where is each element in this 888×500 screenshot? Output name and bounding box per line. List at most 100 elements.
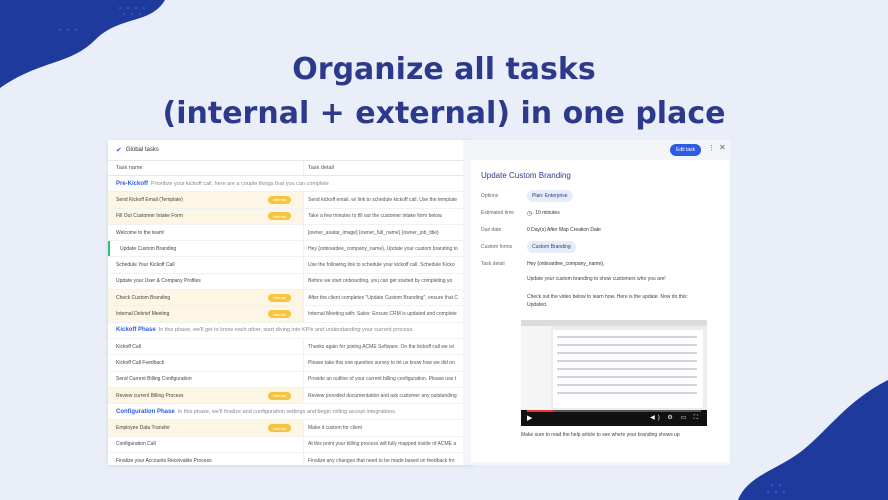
phase-header[interactable]: Configuration Phase In this phase, we'll … <box>108 404 473 421</box>
task-name: Configuration Call <box>116 441 156 448</box>
due-date-row: Due date 0 Day(s) After Map Creation Dat… <box>481 224 719 236</box>
task-name-cell: Fill Out Customer Intake Form Internal <box>108 208 304 224</box>
headline-line-1: Organize all tasks <box>292 52 596 87</box>
table-header: Task name Task detail <box>108 160 473 176</box>
table-row[interactable]: Review current Billing Process Internal Re… <box>108 387 473 405</box>
video-time: 0:18 <box>525 403 532 407</box>
task-detail-cell: Thanks again for joining ACME Software. … <box>308 343 454 350</box>
video-settings-icon[interactable]: ◀) ⚙ ▭ ⛶ <box>650 414 701 422</box>
column-task-detail[interactable]: Task detail <box>304 161 473 175</box>
task-name-cell: Configuration Call <box>108 436 304 453</box>
task-detail-cell: Take a few minutes to fill out the custo… <box>308 213 443 220</box>
task-detail-cell: Before we start onboarding, you can get … <box>308 278 453 285</box>
table-row[interactable]: Update Custom Branding Hey {onboardee_com… <box>108 241 473 258</box>
detail-footer-text: Make sure to read the help article to se… <box>521 432 680 438</box>
table-row[interactable]: Schedule Your Kickoff Call Use the follow… <box>108 257 473 274</box>
task-detail-cell: After the client completes "Update Custo… <box>308 294 459 301</box>
phase-header[interactable]: Kickoff Phase In this phase, we'll get to… <box>108 323 473 339</box>
table-row[interactable]: Finalize your Accounts Receivable Proces… <box>108 453 473 465</box>
detail-toolbar: Edit task ⋮ ✕ <box>463 140 730 160</box>
task-name-cell: Review current Billing Process Internal <box>108 387 304 404</box>
phase-name: Configuration Phase <box>116 408 175 415</box>
internal-badge: Internal <box>267 212 291 221</box>
task-detail-line-2: Update your custom branding to show cust… <box>527 276 666 282</box>
task-name: Send Kickoff Email (Template) <box>116 196 183 203</box>
table-row[interactable]: Update your User & Company Profiles Befor… <box>108 273 473 291</box>
custom-forms-chip[interactable]: Custom Branding <box>527 241 576 253</box>
phase-description: In this phase, we'll finalize and config… <box>177 408 397 415</box>
table-row[interactable]: Check Custom Branding Internal After the c… <box>108 290 473 307</box>
headline-line-2: (internal + external) in one place <box>162 96 726 131</box>
video-progress-fill <box>527 410 554 412</box>
table-row[interactable]: Kickoff Call Thanks again for joining ACM… <box>108 338 473 356</box>
play-icon[interactable]: ▶ <box>527 414 532 422</box>
video-progress-bar[interactable] <box>527 410 701 412</box>
task-name: Update Custom Branding <box>120 245 177 252</box>
task-detail-cell: Provide an outline of your current billi… <box>308 376 457 383</box>
close-icon[interactable]: ✕ <box>719 143 726 152</box>
task-name-cell: Send Current Billing Configuration <box>108 371 304 387</box>
phase-description: In this phase, we'll get to know each ot… <box>158 327 414 334</box>
task-name: Send Current Billing Configuration <box>116 376 192 383</box>
internal-badge: Internal <box>267 310 291 319</box>
edit-task-button[interactable]: Edit task <box>670 144 702 156</box>
phase-name: Pre-Kickoff <box>116 180 149 187</box>
table-row[interactable]: Kickoff Call Feedback Please take this on… <box>108 355 473 372</box>
task-name: Kickoff Call Feedback <box>116 359 165 366</box>
task-detail-line-4: Updated. <box>527 302 548 308</box>
internal-badge: Internal <box>267 391 291 400</box>
global-tasks-panel: ✔ Global tasks Task name Task detail Pre… <box>108 140 473 465</box>
estimated-time-row: Estimated time ◷ 10 minutes <box>481 207 719 219</box>
task-name-cell: Kickoff Call <box>108 338 304 355</box>
task-detail-line-1: Hey {onboardee_company_name}, <box>527 261 605 267</box>
custom-forms-label: Custom forms <box>481 244 513 250</box>
table-row[interactable]: Welcome to the team! [owner_avatar_image]… <box>108 224 473 242</box>
table-row[interactable]: Send Kickoff Email (Template) Internal Sen… <box>108 192 473 209</box>
task-detail-cell: At this point your billing process will … <box>308 441 457 448</box>
phase-header[interactable]: Pre-Kickoff Prioritize your kickoff call,… <box>108 176 473 193</box>
task-name: Schedule Your Kickoff Call <box>116 262 175 269</box>
phase-name: Kickoff Phase <box>116 327 156 334</box>
task-name: Internal Debrief Meeting <box>116 311 170 318</box>
phase-description: Prioritize your kickoff call, here are a… <box>151 180 329 187</box>
due-date-label: Due date <box>481 227 502 233</box>
internal-badge: Internal <box>267 424 291 433</box>
due-date-value: 0 Day(s) After Map Creation Date <box>527 227 601 233</box>
task-name: Finalize your Accounts Receivable Proces… <box>116 457 212 464</box>
estimated-time-value: 10 minutes <box>535 210 560 216</box>
task-name-cell: Kickoff Call Feedback <box>108 355 304 371</box>
task-name-cell: Finalize your Accounts Receivable Proces… <box>108 453 304 465</box>
table-row[interactable]: Send Current Billing Configuration Provid… <box>108 371 473 388</box>
table-row[interactable]: Employee Data Transfer Internal Make it cu… <box>108 420 473 437</box>
headline: Organize all tasks (internal + external)… <box>0 48 888 136</box>
options-chip[interactable]: Plan: Enterprise <box>527 190 573 202</box>
task-title: Update Custom Branding <box>481 171 571 180</box>
task-name: Review current Billing Process <box>116 392 184 399</box>
table-row[interactable]: Configuration Call At this point your bil… <box>108 436 473 454</box>
task-detail-cell: Review provided documentation and ask cu… <box>308 392 457 399</box>
task-name: Welcome to the team! <box>116 229 165 236</box>
task-name: Update your User & Company Profiles <box>116 278 201 285</box>
table-row[interactable]: Fill Out Customer Intake Form Internal Tak… <box>108 208 473 225</box>
task-detail-row: Task detail Hey {onboardee_company_name}… <box>481 258 719 270</box>
clock-icon: ◷ <box>527 210 533 217</box>
bottom-right-blob <box>738 380 888 500</box>
internal-badge: Internal <box>267 293 291 302</box>
task-name-cell: Update your User & Company Profiles <box>108 273 304 290</box>
more-vertical-icon[interactable]: ⋮ <box>708 144 715 152</box>
global-tasks-header: ✔ Global tasks <box>108 140 473 160</box>
custom-forms-row: Custom forms Custom Branding <box>481 241 719 253</box>
task-detail-cell: Finalize any changes that need to be mad… <box>308 457 455 464</box>
task-detail-cell: Send kickoff email, w/ link to schedule … <box>308 196 458 203</box>
column-task-name[interactable]: Task name <box>108 161 304 175</box>
options-label: Options <box>481 193 499 199</box>
table-row[interactable]: Internal Debrief Meeting Internal Internal… <box>108 306 473 323</box>
task-name-cell: Schedule Your Kickoff Call <box>108 257 304 273</box>
estimated-time-label: Estimated time <box>481 210 515 216</box>
options-row: Options Plan: Enterprise <box>481 190 719 202</box>
video-player[interactable]: 0:18 ▶ ◀) ⚙ ▭ ⛶ <box>521 320 707 426</box>
task-detail-panel: Edit task ⋮ ✕ Update Custom Branding Opt… <box>463 140 730 465</box>
task-name: Employee Data Transfer <box>116 425 170 432</box>
task-rows: Pre-Kickoff Prioritize your kickoff call,… <box>108 176 473 465</box>
global-tasks-title: Global tasks <box>125 147 159 153</box>
